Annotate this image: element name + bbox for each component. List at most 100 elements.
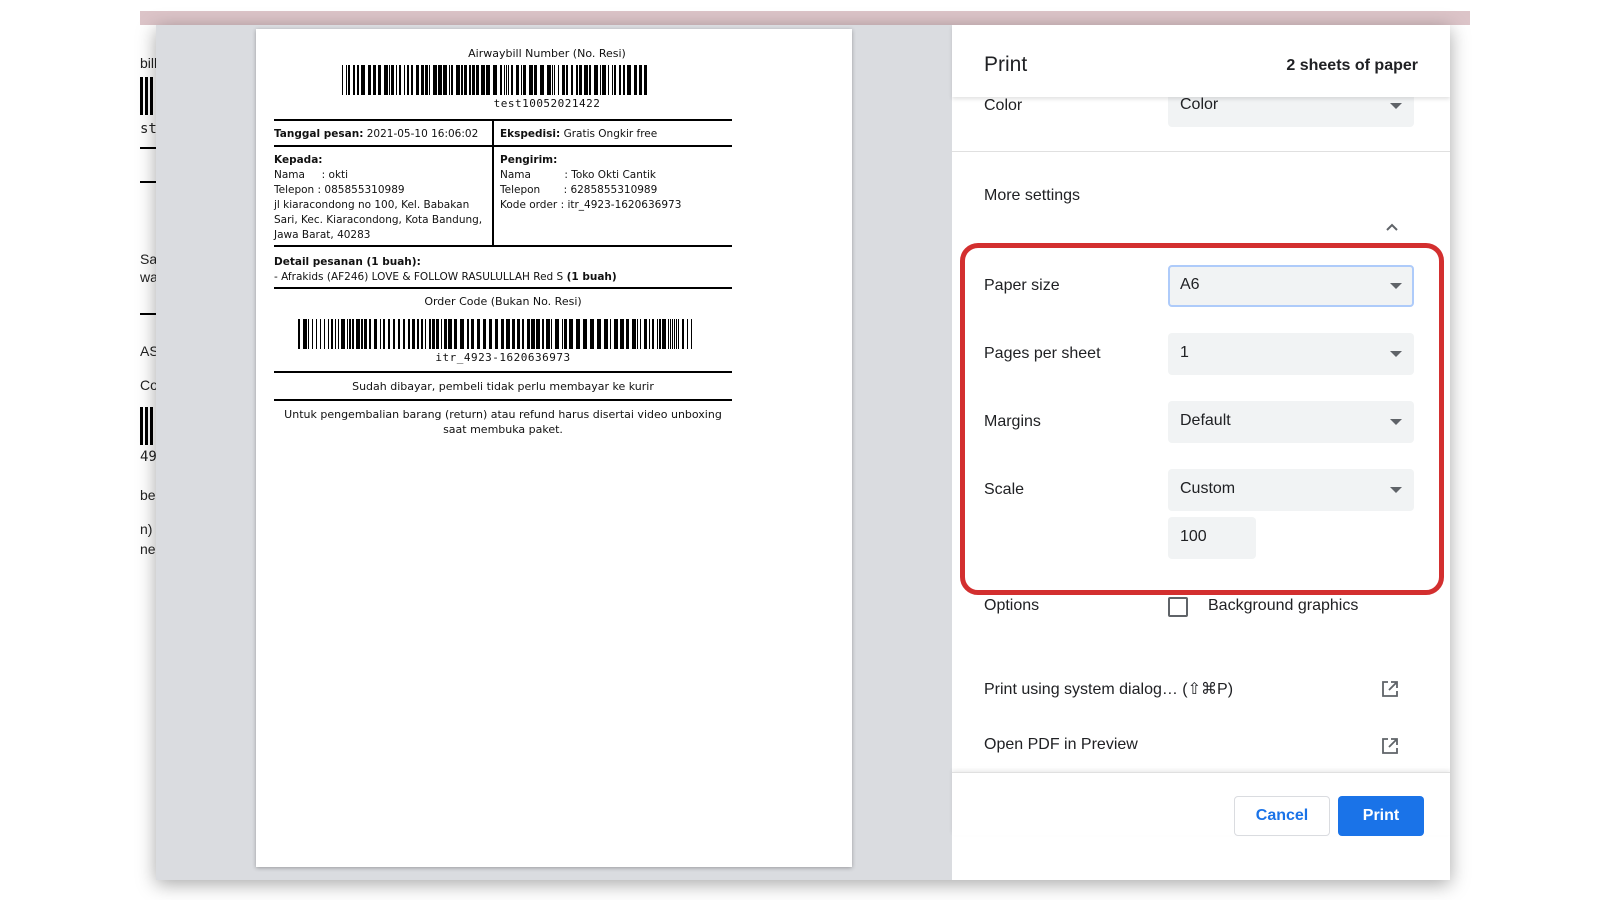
- open-in-new-icon[interactable]: [1380, 736, 1400, 756]
- barcode-bar: [361, 319, 363, 349]
- open-pdf-link[interactable]: Open PDF in Preview: [984, 736, 1138, 754]
- pages-per-sheet-select[interactable]: 1: [1168, 333, 1414, 375]
- label-rule: [274, 399, 732, 401]
- barcode-bar: [670, 319, 671, 349]
- detail-item: - Afrakids (AF246) LOVE & FOLLOW RASULUL…: [274, 271, 564, 283]
- barcode-bar: [454, 319, 457, 349]
- barcode-bar: [551, 319, 552, 349]
- recipient-block: Kepada: Nama : okti Telepon : 0858553109…: [274, 153, 486, 243]
- paper-size-value: A6: [1180, 276, 1200, 293]
- barcode-bar: [552, 65, 553, 95]
- barcode-bar: [659, 319, 661, 349]
- dialog-footer: Cancel Print: [952, 772, 1450, 836]
- barcode-bar: [639, 65, 642, 95]
- barcode-bar: [349, 319, 351, 349]
- sender-heading: Pengirim:: [500, 154, 558, 166]
- barcode-bar: [583, 319, 587, 349]
- scale-label: Scale: [984, 481, 1025, 498]
- barcode-bar: [687, 319, 688, 349]
- cancel-button[interactable]: Cancel: [1234, 796, 1330, 836]
- barcode-bar: [374, 319, 377, 349]
- barcode-bar: [389, 65, 390, 95]
- barcode-bar: [438, 65, 442, 95]
- barcode-bar: [620, 319, 624, 349]
- barcode-bar: [649, 319, 650, 349]
- order-date-label: Tanggal pesan:: [274, 128, 364, 140]
- more-settings-label[interactable]: More settings: [984, 187, 1080, 205]
- barcode-bar: [554, 65, 555, 95]
- section-divider: [952, 151, 1450, 152]
- barcode-bar: [396, 65, 397, 95]
- barcode-bar: [634, 65, 637, 95]
- barcode-bar: [384, 65, 388, 95]
- recipient-phone: Telepon : 085855310989: [274, 184, 405, 196]
- barcode-bar: [451, 65, 453, 95]
- barcode-bar: [594, 65, 598, 95]
- barcode-bar: [320, 319, 321, 349]
- barcode-bar: [569, 319, 573, 349]
- barcode-bar: [500, 65, 502, 95]
- barcode-bar: [444, 319, 447, 349]
- barcode-bar: [672, 319, 673, 349]
- color-select-value: Color: [1180, 96, 1219, 113]
- detail-heading: Detail pesanan (1 buah):: [274, 256, 421, 268]
- barcode-bar: [403, 319, 405, 349]
- barcode-bar: [657, 319, 658, 349]
- barcode-bar: [348, 65, 350, 95]
- barcode-bar: [571, 65, 573, 95]
- barcode-bar: [668, 319, 669, 349]
- barcode-bar: [512, 319, 515, 349]
- barcode-bar: [433, 65, 437, 95]
- expedition-label: Ekspedisi:: [500, 128, 561, 140]
- barcode-bar: [579, 65, 582, 95]
- barcode-bar: [472, 65, 475, 95]
- barcode-bar: [357, 65, 359, 95]
- margins-select[interactable]: Default: [1168, 401, 1414, 443]
- barcode-bar: [562, 65, 565, 95]
- barcode-bar: [562, 319, 563, 349]
- barcode-bar: [602, 65, 606, 95]
- sender-phone: Telepon : 6285855310989: [500, 184, 658, 196]
- barcode-bar: [460, 319, 464, 349]
- background-graphics-checkbox[interactable]: [1168, 597, 1188, 617]
- barcode-bar: [407, 65, 409, 95]
- print-button[interactable]: Print: [1338, 796, 1424, 836]
- chevron-up-icon[interactable]: [1386, 221, 1398, 233]
- scale-select[interactable]: Custom: [1168, 469, 1414, 511]
- label-divider: [492, 119, 494, 247]
- barcode-bar: [471, 319, 474, 349]
- barcode-bar: [508, 65, 509, 95]
- order-code-title: Order Code (Bukan No. Resi): [424, 295, 582, 308]
- paper-size-select[interactable]: A6: [1168, 265, 1414, 307]
- barcode-bar: [540, 65, 544, 95]
- settings-header: Print 2 sheets of paper: [952, 25, 1450, 97]
- options-label: Options: [984, 597, 1040, 614]
- barcode-bar: [416, 65, 419, 95]
- open-in-new-icon[interactable]: [1380, 679, 1400, 699]
- barcode-bar: [411, 65, 413, 95]
- barcode-bar: [489, 319, 492, 349]
- background-barcode-fragment: [140, 77, 154, 115]
- background-graphics-label[interactable]: Background graphics: [1208, 597, 1358, 615]
- order-code-number: itr_4923-1620636973: [435, 351, 571, 364]
- chevron-down-icon: [1390, 487, 1402, 493]
- chevron-down-icon: [1390, 283, 1402, 289]
- barcode-bar: [346, 65, 347, 95]
- barcode-bar: [353, 65, 355, 95]
- barcode-bar: [547, 65, 551, 95]
- barcode-bar: [516, 65, 519, 95]
- barcode-bar: [448, 319, 452, 349]
- background-text-fragment: st: [140, 121, 157, 137]
- barcode-bar: [338, 319, 339, 349]
- scale-custom-input[interactable]: 100: [1168, 517, 1256, 559]
- barcode-bar: [399, 65, 401, 95]
- barcode-bar: [391, 65, 394, 95]
- recipient-heading: Kepada:: [274, 154, 323, 166]
- barcode-bar: [331, 319, 333, 349]
- sender-order-code: Kode order : itr_4923-1620636973: [500, 199, 682, 211]
- barcode-bar: [356, 319, 360, 349]
- system-dialog-link[interactable]: Print using system dialog… (⇧⌘P): [984, 679, 1233, 699]
- print-preview-area[interactable]: Airwaybill Number (No. Resi) test1005202…: [156, 25, 952, 880]
- barcode-bar: [531, 319, 535, 349]
- barcode-bar: [529, 65, 533, 95]
